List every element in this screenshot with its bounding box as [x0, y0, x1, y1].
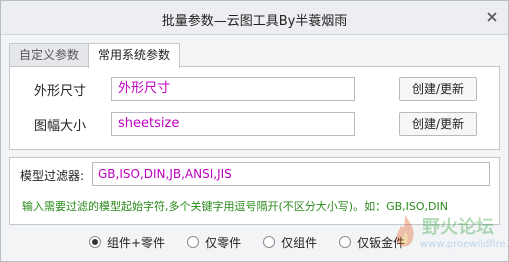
scope-radio-group: 组件+零件 仅零件 仅组件 仅钣金件 [89, 233, 427, 251]
filter-panel: 模型过滤器: GB,ISO,DIN,JB,ANSI,JIS 输入需要过滤的模型起… [9, 157, 500, 225]
row-label-sheetsize: 图幅大小 [34, 119, 87, 134]
radio-assembly-only[interactable]: 仅组件 [263, 234, 317, 251]
radio-part-only[interactable]: 仅零件 [187, 234, 241, 251]
radio-label: 仅钣金件 [357, 235, 406, 250]
radio-label: 仅零件 [205, 235, 242, 250]
radio-unselected-icon [263, 236, 276, 248]
sheetsize-field[interactable]: sheetsize [111, 112, 355, 136]
radio-unselected-icon [187, 236, 200, 248]
radio-label: 组件+零件 [107, 235, 166, 250]
title-bar[interactable]: 批量参数—云图工具By半蓑烟雨 [1, 1, 508, 35]
filter-hint-text: 输入需要过滤的模型起始字符,多个关键字用逗号隔开(不区分大小写)。如：GB,IS… [22, 200, 448, 213]
tab-custom-params[interactable]: 自定义参数 [9, 43, 90, 67]
radio-label: 仅组件 [281, 235, 318, 250]
radio-unselected-icon [339, 236, 352, 248]
close-icon [487, 12, 497, 22]
dimensions-field[interactable]: 外形尺寸 [111, 77, 355, 101]
radio-assembly-and-part[interactable]: 组件+零件 [89, 234, 165, 251]
model-filter-input[interactable]: GB,ISO,DIN,JB,ANSI,JIS [92, 162, 490, 186]
watermark-url: www.proewildfire.cn [420, 239, 509, 250]
radio-selected-icon [89, 236, 101, 248]
row-label-dimensions: 外形尺寸 [34, 84, 87, 99]
create-update-button-dimensions[interactable]: 创建/更新 [399, 77, 477, 101]
tab-strip: 自定义参数 常用系统参数 [9, 43, 181, 68]
params-panel: 外形尺寸 外形尺寸 创建/更新 图幅大小 sheetsize 创建/更新 [9, 66, 500, 150]
model-filter-label: 模型过滤器: [20, 169, 85, 183]
window-title: 批量参数—云图工具By半蓑烟雨 [161, 14, 348, 29]
create-update-button-sheetsize[interactable]: 创建/更新 [399, 112, 477, 136]
tab-system-params[interactable]: 常用系统参数 [88, 43, 181, 68]
dialog-window: 批量参数—云图工具By半蓑烟雨 自定义参数 常用系统参数 外形尺寸 外形尺寸 创… [0, 0, 509, 262]
close-button[interactable] [482, 7, 502, 27]
radio-sheetmetal-only[interactable]: 仅钣金件 [339, 234, 405, 251]
